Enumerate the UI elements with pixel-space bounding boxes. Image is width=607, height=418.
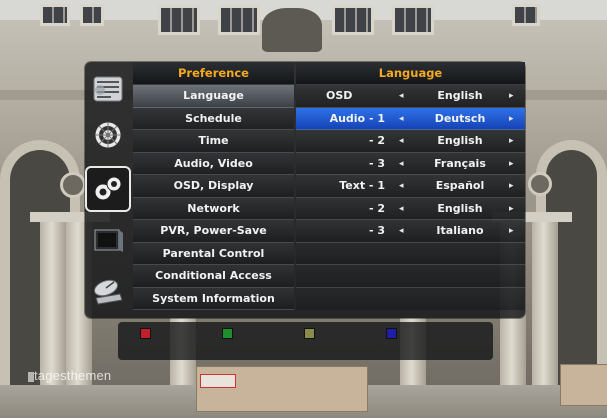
- statue: [262, 8, 322, 52]
- menu-item-conditional-access[interactable]: Conditional Access: [133, 265, 294, 288]
- setting-value: English: [437, 89, 483, 102]
- preference-menu: Preference Language Schedule Time Audio,…: [133, 62, 294, 310]
- satellite-dish-icon[interactable]: [87, 270, 129, 312]
- menu-item-audio-video[interactable]: Audio, Video: [133, 152, 294, 175]
- green-button[interactable]: [222, 328, 233, 339]
- menu-item-language[interactable]: Language: [133, 85, 294, 108]
- tv-screen-icon[interactable]: [87, 220, 129, 262]
- round-window: [60, 172, 86, 198]
- barrier-sign: [200, 374, 236, 388]
- arrow-left-icon[interactable]: ◂: [399, 130, 404, 152]
- arrow-right-icon[interactable]: ▸: [509, 175, 514, 197]
- arrow-left-icon[interactable]: ◂: [399, 108, 404, 130]
- dartboard-icon[interactable]: [87, 114, 129, 156]
- setting-value: Italiano: [436, 224, 484, 237]
- setting-audio-2[interactable]: - 2 ◂ English ▸: [296, 130, 525, 153]
- setting-label: - 3: [368, 224, 385, 237]
- audio-settings-icon[interactable]: [85, 166, 131, 212]
- menu-item-osd-display[interactable]: OSD, Display: [133, 175, 294, 198]
- arrow-right-icon[interactable]: ▸: [509, 198, 514, 220]
- arrow-right-icon[interactable]: ▸: [509, 220, 514, 242]
- empty-row: [296, 287, 525, 310]
- setting-value: English: [437, 201, 483, 215]
- arrow-left-icon[interactable]: ◂: [399, 175, 404, 197]
- menu-item-pvr-power-save[interactable]: PVR, Power-Save: [133, 220, 294, 243]
- setting-osd-language[interactable]: OSD ◂ English ▸: [296, 85, 525, 108]
- arrow-right-icon[interactable]: ▸: [509, 85, 514, 107]
- setting-audio-1[interactable]: Audio - 1 ◂ Deutsch ▸: [296, 107, 525, 130]
- language-header: Language: [296, 62, 525, 85]
- arrow-left-icon[interactable]: ◂: [399, 198, 404, 220]
- arrow-right-icon[interactable]: ▸: [509, 153, 514, 175]
- menu-item-schedule[interactable]: Schedule: [133, 107, 294, 130]
- setting-label: Text - 1: [339, 179, 385, 192]
- setting-value: Français: [434, 156, 486, 170]
- menu-item-time[interactable]: Time: [133, 130, 294, 153]
- setting-audio-3[interactable]: - 3 ◂ Français ▸: [296, 152, 525, 175]
- building-window: [40, 4, 70, 26]
- setting-label: OSD: [326, 89, 353, 102]
- column: [40, 218, 66, 388]
- building-window: [392, 5, 434, 35]
- channel-logo: tagesthemen: [34, 368, 112, 383]
- red-button[interactable]: [140, 328, 151, 339]
- arrow-left-icon[interactable]: ◂: [399, 153, 404, 175]
- program-list-icon[interactable]: [87, 68, 129, 110]
- building-window: [218, 5, 260, 35]
- setting-label: - 3: [368, 156, 385, 170]
- empty-row: [296, 242, 525, 265]
- arrow-right-icon[interactable]: ▸: [509, 108, 514, 130]
- setting-value: Español: [435, 179, 485, 192]
- setting-label: - 2: [368, 201, 385, 215]
- building-window: [158, 5, 200, 35]
- arrow-right-icon[interactable]: ▸: [509, 130, 514, 152]
- setting-text-2[interactable]: - 2 ◂ English ▸: [296, 197, 525, 220]
- setting-value: English: [437, 134, 483, 147]
- arrow-left-icon[interactable]: ◂: [399, 85, 404, 107]
- column: [532, 218, 558, 388]
- blue-button[interactable]: [386, 328, 397, 339]
- yellow-button[interactable]: [304, 328, 315, 339]
- barrier: [560, 364, 607, 406]
- menu-item-parental-control[interactable]: Parental Control: [133, 242, 294, 265]
- setting-value: Deutsch: [434, 111, 486, 125]
- preference-header: Preference: [133, 62, 294, 85]
- setting-label: Audio - 1: [329, 111, 385, 125]
- empty-row: [296, 265, 525, 288]
- building-window: [80, 4, 104, 26]
- category-icon-bar: [85, 62, 131, 318]
- building-window: [332, 5, 374, 35]
- arrow-left-icon[interactable]: ◂: [399, 220, 404, 242]
- round-window: [528, 172, 552, 196]
- barrier: [196, 366, 368, 412]
- building-window: [512, 4, 540, 26]
- setting-text-3[interactable]: - 3 ◂ Italiano ▸: [296, 220, 525, 243]
- language-settings: Language OSD ◂ English ▸ Audio - 1 ◂ Deu…: [296, 62, 525, 310]
- menu-item-system-information[interactable]: System Information: [133, 287, 294, 310]
- menu-item-network[interactable]: Network: [133, 197, 294, 220]
- setting-text-1[interactable]: Text - 1 ◂ Español ▸: [296, 175, 525, 198]
- setting-label: - 2: [368, 134, 385, 147]
